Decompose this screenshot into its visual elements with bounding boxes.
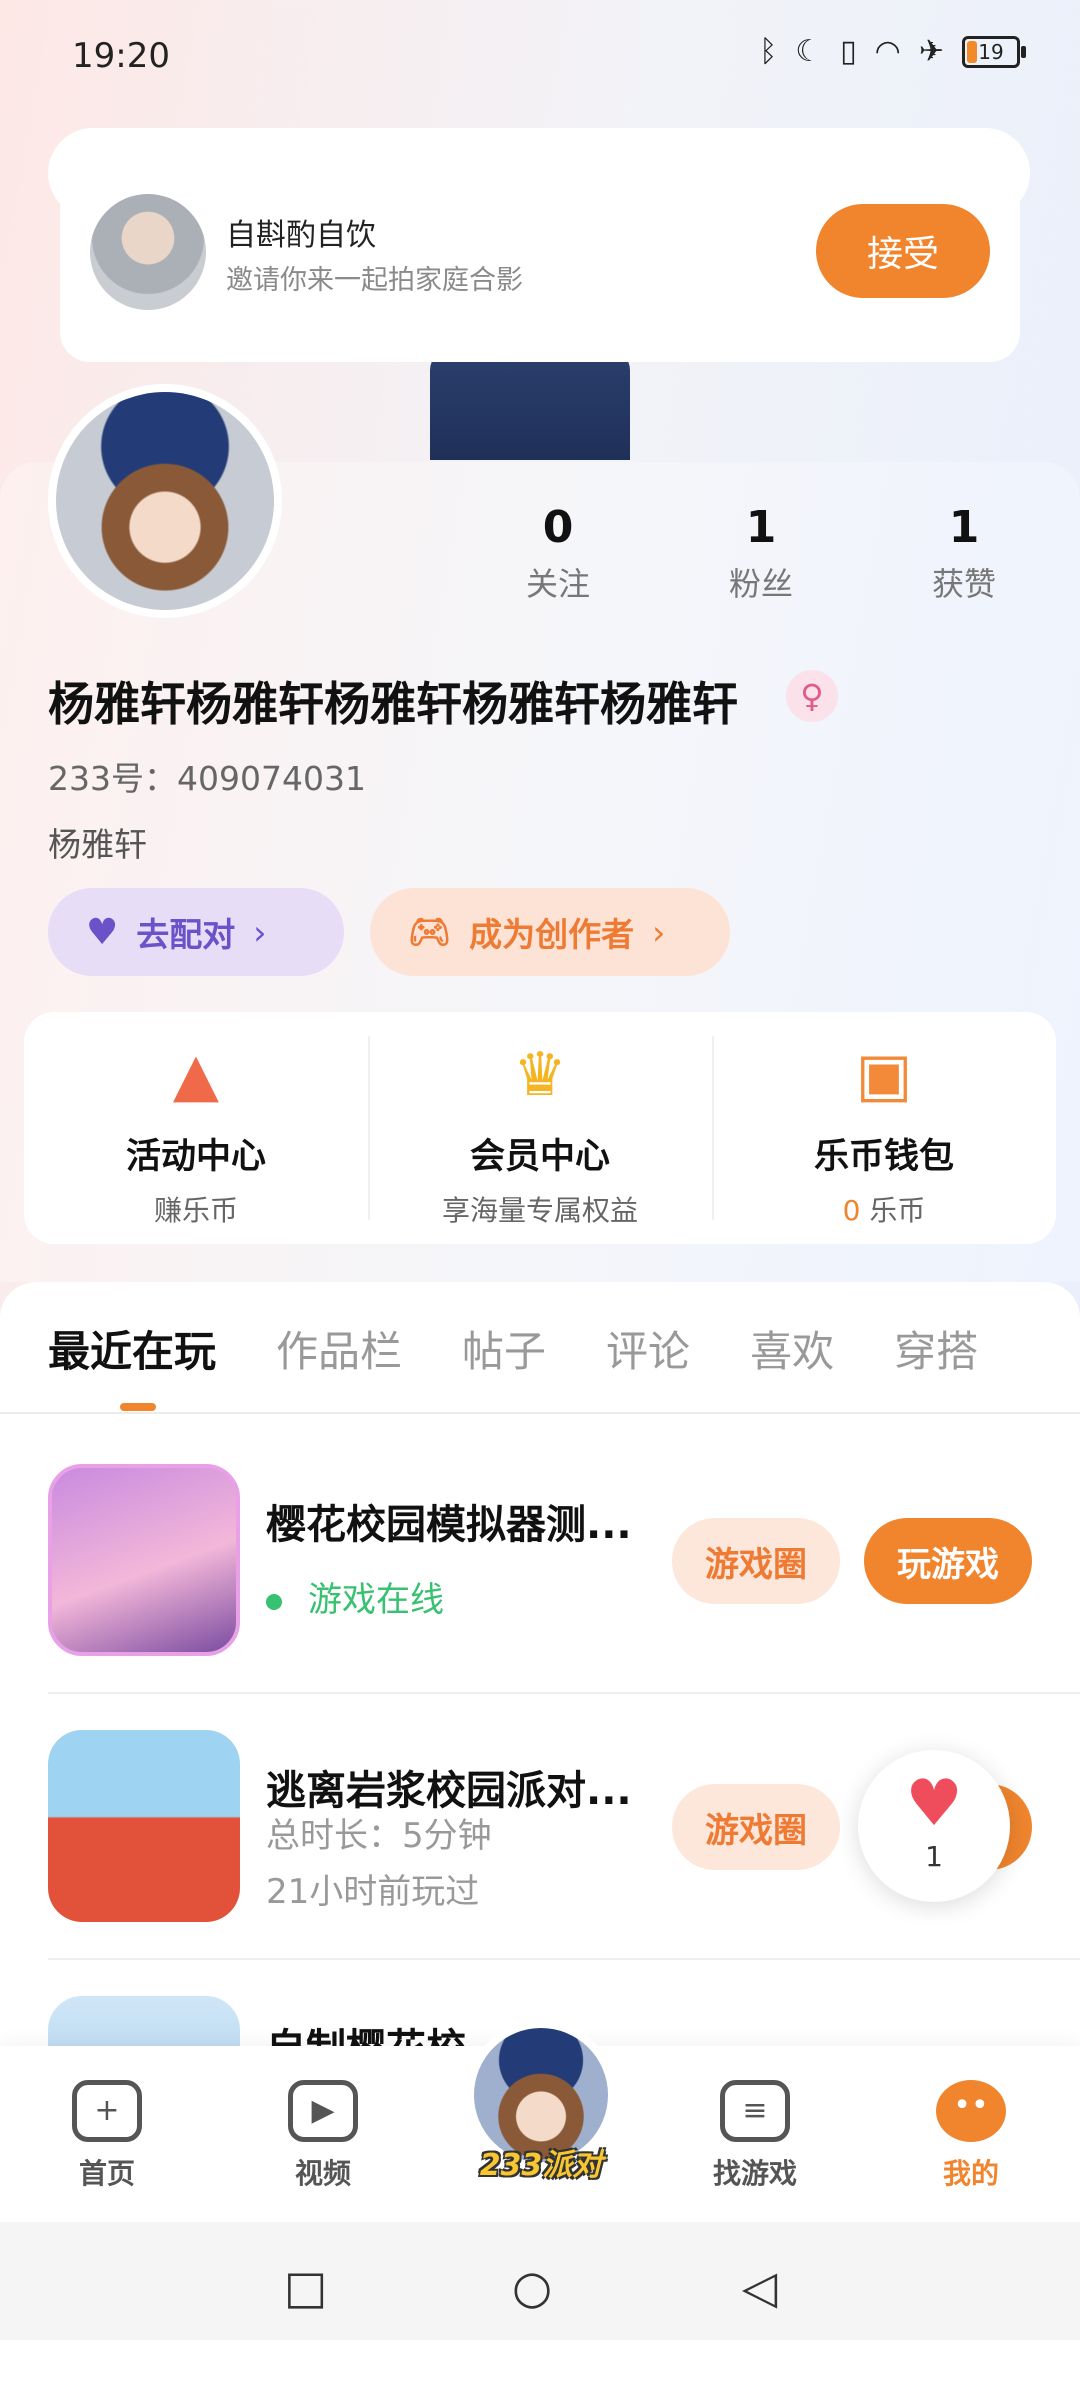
game-title: 樱花校园模拟器测... [266,1502,632,1548]
content-tabs: 最近在玩 作品栏 帖子 评论 喜欢 穿搭 [48,1318,978,1379]
tab-divider [0,1412,1080,1414]
become-creator-button[interactable]: 🎮︎ 成为创作者 › [370,888,730,976]
gamepad-icon: 🎮︎ [408,912,452,952]
coin-wallet[interactable]: ▣ 乐币钱包 0 乐币 [712,1012,1056,1244]
game-icon[interactable] [48,1996,240,2046]
heart-icon: ♥ [905,1767,963,1841]
game-duration: 总时长：5分钟 [266,1816,492,1856]
profile-avatar[interactable] [48,384,282,618]
face-icon: •• [936,2080,1006,2142]
like-bubble[interactable]: ♥ 1 [858,1750,1010,1902]
stat-label: 粉丝 [728,565,793,603]
play-icon: ▶ [288,2080,358,2142]
stat-value: 1 [745,502,777,553]
game-status: 游戏在线 [266,1572,444,1621]
wifi-icon: ◠ [874,34,901,69]
game-circle-button[interactable]: 游戏圈 [672,1784,840,1870]
game-icon[interactable] [48,1730,240,1922]
stat-likes[interactable]: 1 获赞 [904,502,1024,605]
stat-fans[interactable]: 1 粉丝 [701,502,821,605]
nav-label: 视频 [294,2157,351,2190]
stat-following[interactable]: 0 关注 [498,502,618,605]
vip-center[interactable]: ♛ 会员中心 享海量专属权益 [368,1012,712,1244]
stat-label: 关注 [525,565,590,603]
invite-message: 邀请你来一起拍家庭合影 [226,265,523,296]
gamepad-icon: + [72,2080,142,2142]
pair-label: 去配对 [136,915,236,954]
shortcut-card: ▲ 活动中心 赚乐币 ♛ 会员中心 享海量专属权益 ▣ 乐币钱包 0 乐币 [24,1012,1056,1244]
wallet-icon: ▣ [855,1040,913,1110]
play-game-button[interactable]: 玩游戏 [864,1518,1032,1604]
shortcut-title: 会员中心 [469,1137,610,1177]
battery-level: 19 [978,39,1004,64]
game-last-played: 21小时前玩过 [266,1872,480,1912]
nav-video[interactable]: ▶ 视频 [248,2080,398,2192]
nav-find-games[interactable]: ≡ 找游戏 [680,2080,830,2192]
shortcut-title: 活动中心 [125,1137,266,1177]
user-id[interactable]: 233号：409074031 [48,752,366,800]
tab-posts[interactable]: 帖子 [462,1318,546,1379]
status-icons: ᛒ ☾ ▯ ◠ ✈ 19 [759,34,1026,69]
activity-center[interactable]: ▲ 活动中心 赚乐币 [24,1012,368,1244]
stat-value: 1 [948,502,980,553]
accept-button[interactable]: 接受 [816,204,990,298]
like-count: 1 [925,1840,943,1873]
shortcut-sub: 享海量专属权益 [441,1194,638,1227]
female-icon: ♀ [786,670,838,722]
bluetooth-icon: ᛒ [759,34,778,69]
chevron-right-icon: › [253,912,267,952]
tab-indicator [120,1403,156,1411]
nav-me[interactable]: •• 我的 [896,2080,1046,2192]
airplane-icon: ✈ [918,34,944,69]
system-nav-bar: □ ○ ◁ [0,2222,1080,2340]
nav-label: 我的 [942,2157,999,2190]
shortcut-title: 乐币钱包 [813,1137,954,1177]
row-divider [48,1692,1080,1694]
list-icon: ≡ [720,2080,790,2142]
invite-card: 自斟酌自饮 邀请你来一起拍家庭合影 接受 [60,140,1020,362]
vibrate-icon: ▯ [840,34,857,69]
inviter-avatar[interactable] [90,194,206,310]
moon-icon: ☾ [795,34,823,69]
game-circle-button[interactable]: 游戏圈 [672,1518,840,1604]
tab-outfits[interactable]: 穿搭 [894,1318,978,1379]
heart-icon: ♥ [86,911,119,953]
stat-value: 0 [542,502,574,553]
tab-recent[interactable]: 最近在玩 [48,1318,216,1379]
row-divider [48,1958,1080,1960]
pair-button[interactable]: ♥ 去配对 › [48,888,344,976]
shortcut-sub: 0 乐币 [842,1194,926,1227]
back-triangle-icon[interactable]: ◁ [742,2260,777,2314]
game-title: 自制樱花校 [266,2016,466,2046]
nav-label: 首页 [78,2157,135,2190]
party-popper-icon: ▲ [172,1040,220,1110]
character-figure [430,350,630,460]
creator-label: 成为创作者 [469,915,635,954]
inviter-name: 自斟酌自饮 [226,218,376,253]
username: 杨雅轩杨雅轩杨雅轩杨雅轩杨雅轩 [48,677,738,731]
shortcut-sub: 赚乐币 [153,1194,238,1227]
online-dot-icon [266,1593,282,1610]
nav-label: 找游戏 [712,2157,797,2190]
game-icon[interactable] [48,1464,240,1656]
chevron-right-icon: › [652,912,666,952]
coin-balance: 0 [842,1194,861,1227]
tab-likes[interactable]: 喜欢 [750,1318,834,1379]
battery-icon: 19 [962,35,1026,68]
user-bio: 杨雅轩 [48,825,147,864]
party-label[interactable]: 233派对 [466,2140,616,2184]
crown-icon: ♛ [513,1040,567,1110]
home-circle-icon[interactable]: ○ [512,2260,552,2314]
stat-label: 获赞 [931,565,996,603]
recent-apps-icon[interactable]: □ [284,2260,327,2314]
status-time: 19:20 [72,36,170,76]
tab-comments[interactable]: 评论 [606,1318,690,1379]
tab-works[interactable]: 作品栏 [276,1318,402,1379]
nav-home[interactable]: + 首页 [32,2080,182,2192]
game-row[interactable]: 樱花校园模拟器测... 游戏在线 游戏圈 玩游戏 [48,1464,1080,1664]
